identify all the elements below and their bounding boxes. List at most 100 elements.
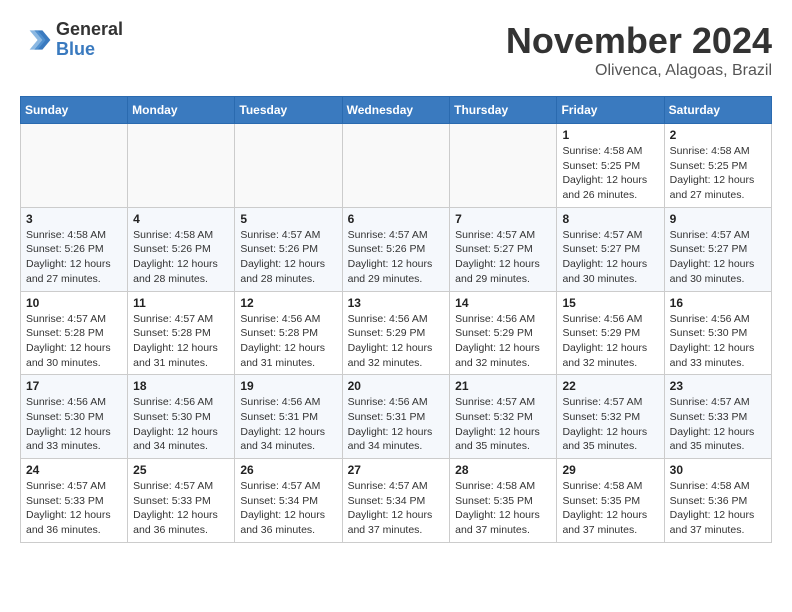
day-number: 8 bbox=[562, 212, 658, 226]
day-number: 4 bbox=[133, 212, 229, 226]
calendar-day-cell bbox=[21, 124, 128, 208]
day-number: 21 bbox=[455, 379, 551, 393]
day-info: Sunrise: 4:57 AMSunset: 5:34 PMDaylight:… bbox=[348, 479, 445, 538]
calendar-day-cell: 25Sunrise: 4:57 AMSunset: 5:33 PMDayligh… bbox=[128, 459, 235, 543]
calendar-day-cell: 22Sunrise: 4:57 AMSunset: 5:32 PMDayligh… bbox=[557, 375, 664, 459]
calendar-week-row: 24 Sunrise: 4:57 AMSunset: 5:33 PMDayligh… bbox=[21, 459, 772, 543]
calendar-day-cell: 28Sunrise: 4:58 AMSunset: 5:35 PMDayligh… bbox=[450, 459, 557, 543]
logo: General Blue bbox=[20, 20, 123, 60]
day-info: Sunrise: 4:58 AMSunset: 5:25 PMDaylight:… bbox=[562, 144, 658, 203]
day-number: 10 bbox=[26, 296, 122, 310]
page-header: General Blue November 2024 Olivenca, Ala… bbox=[20, 20, 772, 80]
day-info: Sunrise: 4:56 AMSunset: 5:30 PMDaylight:… bbox=[133, 395, 229, 454]
calendar-day-cell: 7 Sunrise: 4:57 AMSunset: 5:27 PMDaylight… bbox=[450, 207, 557, 291]
day-number: 20 bbox=[348, 379, 445, 393]
calendar-table: SundayMondayTuesdayWednesdayThursdayFrid… bbox=[20, 96, 772, 543]
day-info: Sunrise: 4:58 AMSunset: 5:26 PMDaylight:… bbox=[133, 228, 229, 287]
day-number: 13 bbox=[348, 296, 445, 310]
day-of-week-header: Sunday bbox=[21, 97, 128, 124]
day-info: Sunrise: 4:57 AMSunset: 5:28 PMDaylight:… bbox=[133, 312, 229, 371]
day-number: 25 bbox=[133, 463, 229, 477]
calendar-day-cell: 2Sunrise: 4:58 AMSunset: 5:25 PMDaylight… bbox=[664, 124, 771, 208]
calendar-day-cell: 9Sunrise: 4:57 AMSunset: 5:27 PMDaylight… bbox=[664, 207, 771, 291]
day-number: 7 bbox=[455, 212, 551, 226]
day-number: 11 bbox=[133, 296, 229, 310]
day-number: 5 bbox=[240, 212, 336, 226]
day-info: Sunrise: 4:56 AMSunset: 5:31 PMDaylight:… bbox=[240, 395, 336, 454]
day-number: 24 bbox=[26, 463, 122, 477]
calendar-day-cell bbox=[128, 124, 235, 208]
calendar-day-cell: 3Sunrise: 4:58 AMSunset: 5:26 PMDaylight… bbox=[21, 207, 128, 291]
calendar-day-cell: 10 Sunrise: 4:57 AMSunset: 5:28 PMDayligh… bbox=[21, 291, 128, 375]
day-number: 12 bbox=[240, 296, 336, 310]
day-info: Sunrise: 4:56 AMSunset: 5:30 PMDaylight:… bbox=[26, 395, 122, 454]
day-of-week-header: Tuesday bbox=[235, 97, 342, 124]
calendar-day-cell bbox=[342, 124, 450, 208]
day-info: Sunrise: 4:57 AMSunset: 5:33 PMDaylight:… bbox=[26, 479, 122, 538]
day-number: 18 bbox=[133, 379, 229, 393]
calendar-header-row: SundayMondayTuesdayWednesdayThursdayFrid… bbox=[21, 97, 772, 124]
calendar-day-cell: 19 Sunrise: 4:56 AMSunset: 5:31 PMDayligh… bbox=[235, 375, 342, 459]
day-number: 27 bbox=[348, 463, 445, 477]
calendar-day-cell: 4 Sunrise: 4:58 AMSunset: 5:26 PMDaylight… bbox=[128, 207, 235, 291]
logo-blue-text: Blue bbox=[56, 40, 123, 60]
day-number: 17 bbox=[26, 379, 122, 393]
day-number: 23 bbox=[670, 379, 766, 393]
calendar-day-cell: 15 Sunrise: 4:56 AMSunset: 5:29 PMDayligh… bbox=[557, 291, 664, 375]
logo-general-text: General bbox=[56, 20, 123, 40]
day-info: Sunrise: 4:56 AMSunset: 5:30 PMDaylight:… bbox=[670, 312, 766, 371]
calendar-week-row: 3Sunrise: 4:58 AMSunset: 5:26 PMDaylight… bbox=[21, 207, 772, 291]
day-number: 6 bbox=[348, 212, 445, 226]
day-number: 30 bbox=[670, 463, 766, 477]
calendar-day-cell: 13Sunrise: 4:56 AMSunset: 5:29 PMDayligh… bbox=[342, 291, 450, 375]
calendar-day-cell: 29Sunrise: 4:58 AMSunset: 5:35 PMDayligh… bbox=[557, 459, 664, 543]
day-number: 15 bbox=[562, 296, 658, 310]
calendar-day-cell: 12 Sunrise: 4:56 AMSunset: 5:28 PMDayligh… bbox=[235, 291, 342, 375]
day-info: Sunrise: 4:56 AMSunset: 5:29 PMDaylight:… bbox=[562, 312, 658, 371]
calendar-day-cell: 26 Sunrise: 4:57 AMSunset: 5:34 PMDayligh… bbox=[235, 459, 342, 543]
day-info: Sunrise: 4:57 AMSunset: 5:27 PMDaylight:… bbox=[562, 228, 658, 287]
month-year-title: November 2024 bbox=[506, 20, 772, 62]
calendar-day-cell: 24 Sunrise: 4:57 AMSunset: 5:33 PMDayligh… bbox=[21, 459, 128, 543]
day-number: 22 bbox=[562, 379, 658, 393]
calendar-day-cell: 21 Sunrise: 4:57 AMSunset: 5:32 PMDayligh… bbox=[450, 375, 557, 459]
calendar-week-row: 1 Sunrise: 4:58 AMSunset: 5:25 PMDaylight… bbox=[21, 124, 772, 208]
calendar-day-cell: 30Sunrise: 4:58 AMSunset: 5:36 PMDayligh… bbox=[664, 459, 771, 543]
day-info: Sunrise: 4:57 AMSunset: 5:32 PMDaylight:… bbox=[455, 395, 551, 454]
calendar-week-row: 17 Sunrise: 4:56 AMSunset: 5:30 PMDayligh… bbox=[21, 375, 772, 459]
day-info: Sunrise: 4:57 AMSunset: 5:28 PMDaylight:… bbox=[26, 312, 122, 371]
title-block: November 2024 Olivenca, Alagoas, Brazil bbox=[506, 20, 772, 80]
calendar-day-cell: 11 Sunrise: 4:57 AMSunset: 5:28 PMDayligh… bbox=[128, 291, 235, 375]
day-number: 1 bbox=[562, 128, 658, 142]
day-info: Sunrise: 4:57 AMSunset: 5:34 PMDaylight:… bbox=[240, 479, 336, 538]
calendar-week-row: 10 Sunrise: 4:57 AMSunset: 5:28 PMDayligh… bbox=[21, 291, 772, 375]
calendar-day-cell: 20 Sunrise: 4:56 AMSunset: 5:31 PMDayligh… bbox=[342, 375, 450, 459]
calendar-day-cell: 1 Sunrise: 4:58 AMSunset: 5:25 PMDaylight… bbox=[557, 124, 664, 208]
day-number: 26 bbox=[240, 463, 336, 477]
calendar-day-cell: 14Sunrise: 4:56 AMSunset: 5:29 PMDayligh… bbox=[450, 291, 557, 375]
logo-icon bbox=[20, 24, 52, 56]
day-number: 19 bbox=[240, 379, 336, 393]
day-number: 9 bbox=[670, 212, 766, 226]
day-of-week-header: Thursday bbox=[450, 97, 557, 124]
day-number: 2 bbox=[670, 128, 766, 142]
day-number: 28 bbox=[455, 463, 551, 477]
day-of-week-header: Saturday bbox=[664, 97, 771, 124]
calendar-day-cell: 17 Sunrise: 4:56 AMSunset: 5:30 PMDayligh… bbox=[21, 375, 128, 459]
day-info: Sunrise: 4:56 AMSunset: 5:31 PMDaylight:… bbox=[348, 395, 445, 454]
day-info: Sunrise: 4:57 AMSunset: 5:27 PMDaylight:… bbox=[455, 228, 551, 287]
day-info: Sunrise: 4:57 AMSunset: 5:26 PMDaylight:… bbox=[240, 228, 336, 287]
day-info: Sunrise: 4:57 AMSunset: 5:26 PMDaylight:… bbox=[348, 228, 445, 287]
day-of-week-header: Monday bbox=[128, 97, 235, 124]
day-info: Sunrise: 4:58 AMSunset: 5:26 PMDaylight:… bbox=[26, 228, 122, 287]
day-info: Sunrise: 4:56 AMSunset: 5:28 PMDaylight:… bbox=[240, 312, 336, 371]
calendar-day-cell: 5 Sunrise: 4:57 AMSunset: 5:26 PMDaylight… bbox=[235, 207, 342, 291]
day-of-week-header: Friday bbox=[557, 97, 664, 124]
day-number: 16 bbox=[670, 296, 766, 310]
day-of-week-header: Wednesday bbox=[342, 97, 450, 124]
calendar-day-cell: 27 Sunrise: 4:57 AMSunset: 5:34 PMDayligh… bbox=[342, 459, 450, 543]
calendar-day-cell: 6 Sunrise: 4:57 AMSunset: 5:26 PMDaylight… bbox=[342, 207, 450, 291]
calendar-day-cell bbox=[450, 124, 557, 208]
calendar-day-cell bbox=[235, 124, 342, 208]
calendar-day-cell: 23Sunrise: 4:57 AMSunset: 5:33 PMDayligh… bbox=[664, 375, 771, 459]
